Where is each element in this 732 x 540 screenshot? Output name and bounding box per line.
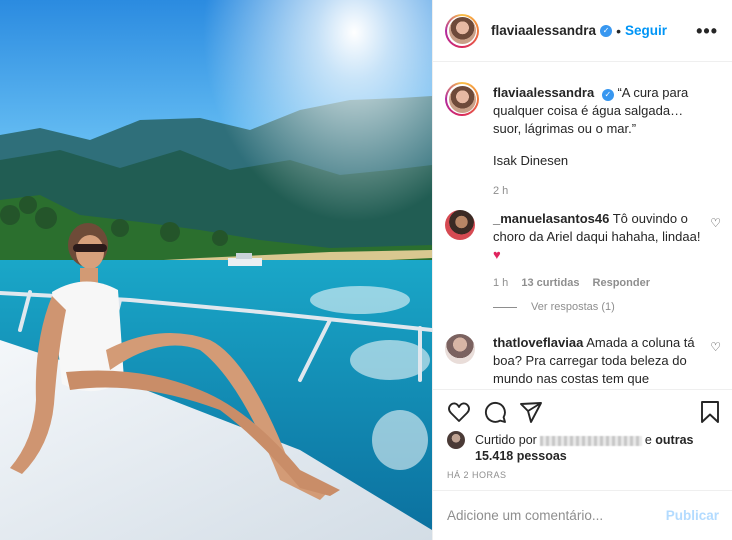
add-comment-box: Adicione um comentário... Publicar xyxy=(433,490,732,540)
comment-likes[interactable]: 13 curtidas xyxy=(521,277,579,289)
commenter-avatar[interactable] xyxy=(445,334,475,364)
author-avatar[interactable] xyxy=(445,13,479,48)
comment-item: thatloveflaviaa Amada a coluna tá boa? P… xyxy=(445,334,721,389)
verified-icon: ✓ xyxy=(600,24,613,37)
liker-avatar[interactable] xyxy=(447,431,465,449)
likes-summary: Curtido por e outras 15.418 pessoas xyxy=(447,430,720,466)
more-options-icon[interactable]: ••• xyxy=(696,22,718,40)
commenter-avatar[interactable] xyxy=(445,210,475,240)
publish-button[interactable]: Publicar xyxy=(666,508,719,523)
follow-button[interactable]: Seguir xyxy=(625,23,667,38)
separator-dot: • xyxy=(616,22,621,39)
author-username[interactable]: flaviaalessandra xyxy=(491,23,596,38)
caption-avatar[interactable] xyxy=(445,82,479,116)
view-replies-label[interactable]: Ver respostas (1) xyxy=(531,301,615,313)
reply-button[interactable]: Responder xyxy=(593,277,650,289)
comment-time[interactable]: 1 h xyxy=(493,277,508,289)
comment-icon[interactable] xyxy=(483,400,507,424)
action-bar xyxy=(433,394,732,430)
likes-prefix: Curtido por xyxy=(475,433,537,447)
beach-boat-scene xyxy=(0,0,432,540)
caption-time[interactable]: 2 h xyxy=(493,185,508,197)
replies-line xyxy=(493,306,517,308)
caption-author: Isak Dinesen xyxy=(493,153,569,168)
like-comment-icon[interactable]: ♡ xyxy=(710,216,721,230)
caption-username[interactable]: flaviaalessandra xyxy=(493,85,594,100)
comment-username[interactable]: thatloveflaviaa xyxy=(493,335,583,350)
comments-list[interactable]: flaviaalessandra ✓ “A cura para qualquer… xyxy=(433,63,732,390)
view-replies[interactable]: Ver respostas (1) xyxy=(493,301,615,313)
like-comment-icon[interactable]: ♡ xyxy=(710,340,721,354)
post-side-panel: flaviaalessandra ✓ • Seguir ••• flaviaal… xyxy=(432,0,732,540)
heart-emoji: ♥ xyxy=(493,247,501,262)
post-header: flaviaalessandra ✓ • Seguir ••• xyxy=(433,0,732,62)
share-icon[interactable] xyxy=(519,400,543,424)
likes-connector: e xyxy=(644,433,652,447)
verified-icon: ✓ xyxy=(601,89,614,101)
save-bookmark-icon[interactable] xyxy=(699,400,721,424)
post-timestamp[interactable]: HÁ 2 HORAS xyxy=(447,470,507,480)
comment-username[interactable]: _manuelasantos46 xyxy=(493,211,609,226)
post-photo[interactable] xyxy=(0,0,432,540)
like-icon[interactable] xyxy=(447,400,471,424)
comment-item: _manuelasantos46 Tô ouvindo o choro da A… xyxy=(445,210,721,300)
comment-input[interactable]: Adicione um comentário... xyxy=(447,508,603,523)
blurred-username xyxy=(539,435,642,446)
